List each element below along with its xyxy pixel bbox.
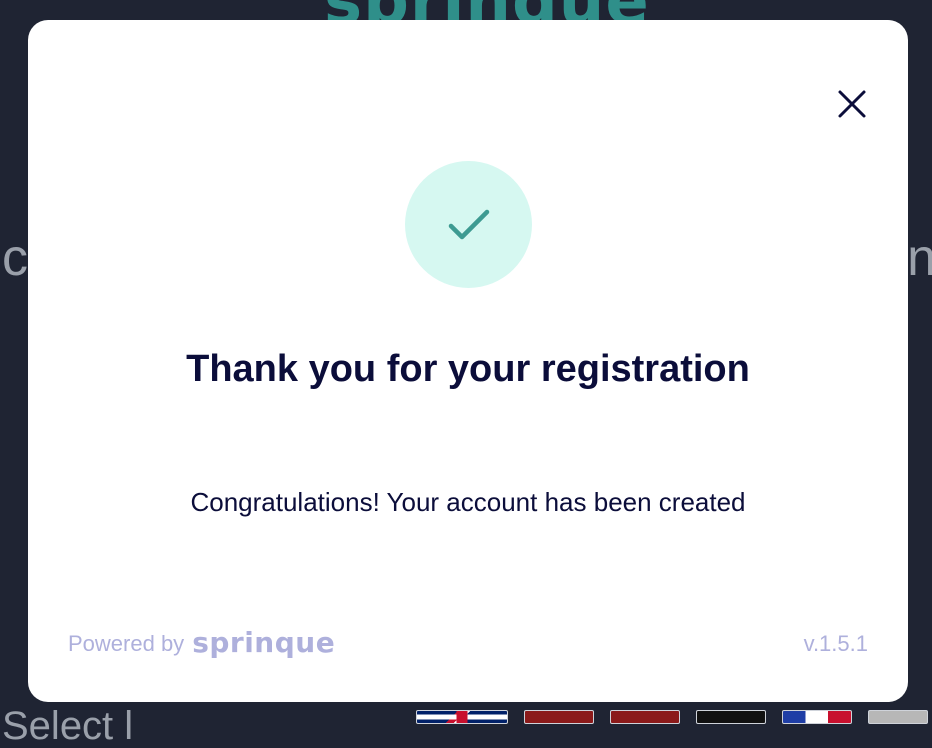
background-text-fragment-right: n (907, 229, 932, 287)
success-message: Congratulations! Your account has been c… (190, 487, 746, 517)
background-text-fragment-left: c (2, 229, 28, 287)
modal-title: Thank you for your registration (186, 348, 750, 390)
language-selector (416, 710, 928, 724)
grey-flag-icon[interactable] (868, 710, 928, 724)
modal-footer: Powered by sprinque v.1.5.1 (68, 628, 868, 660)
powered-by: Powered by sprinque (68, 626, 336, 659)
fr-flag-icon[interactable] (782, 710, 852, 724)
version-label: v.1.5.1 (803, 631, 868, 656)
red-flag-icon[interactable] (524, 710, 594, 724)
background-text-fragment-bottom: Select l (2, 704, 134, 748)
brand-logo: sprinque (192, 626, 336, 659)
close-button[interactable] (836, 88, 868, 120)
powered-by-label: Powered by (68, 631, 185, 656)
close-icon (838, 90, 866, 118)
checkmark-icon (448, 209, 489, 239)
success-badge (405, 161, 532, 288)
uk-flag-icon[interactable] (416, 710, 508, 724)
dark-flag-icon[interactable] (696, 710, 766, 724)
red-flag-icon[interactable] (610, 710, 680, 724)
registration-success-modal: Thank you for your registration Congratu… (28, 20, 908, 702)
